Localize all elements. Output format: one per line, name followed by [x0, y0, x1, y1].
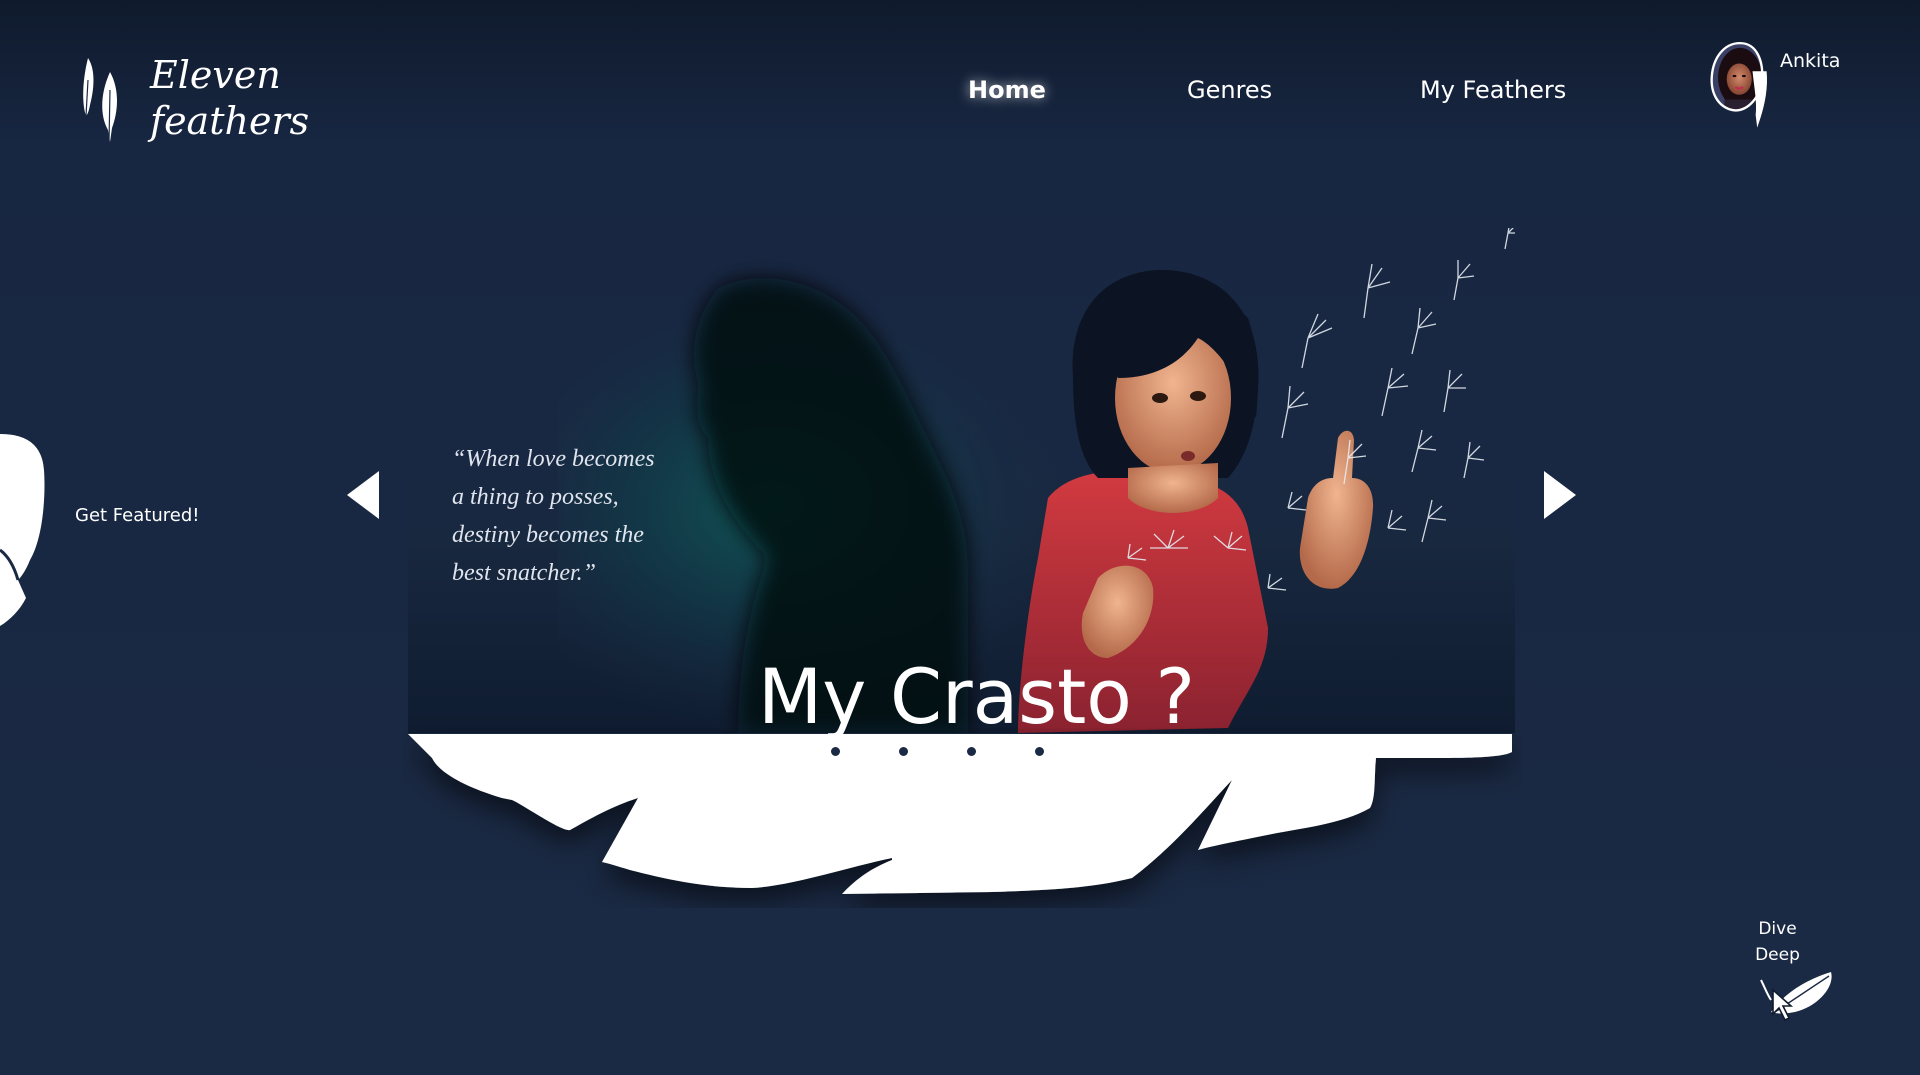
nav-genres[interactable]: Genres: [1187, 76, 1272, 104]
dive-line-2: Deep: [1755, 945, 1800, 965]
quote-line: destiny becomes the: [452, 522, 644, 548]
user-name[interactable]: Ankita: [1780, 50, 1840, 72]
quote-line: best snatcher.”: [452, 560, 596, 586]
dive-line-1: Dive: [1758, 919, 1797, 939]
avatar[interactable]: [1700, 40, 1780, 130]
feather-cursor-icon: [1760, 972, 1832, 1022]
dive-deep-button[interactable]: Dive Deep: [1745, 916, 1845, 1026]
carousel-dot[interactable]: [831, 747, 840, 756]
user-menu[interactable]: Ankita: [1700, 38, 1840, 158]
carousel-dots: [826, 747, 1056, 759]
quote-line: “When love becomes: [452, 446, 655, 472]
quote-line: a thing to posses,: [452, 484, 619, 510]
previous-slide-arrow-icon[interactable]: [343, 469, 383, 521]
get-featured-link[interactable]: Get Featured!: [75, 505, 199, 526]
nav-my-feathers[interactable]: My Feathers: [1420, 76, 1566, 104]
next-slide-arrow-icon[interactable]: [1540, 469, 1580, 521]
featured-quote: “When love becomes a thing to posses, de…: [452, 440, 712, 592]
featured-title[interactable]: My Crasto ?: [758, 652, 1195, 741]
dive-deep-label: Dive Deep: [1745, 916, 1810, 968]
carousel-dot[interactable]: [899, 747, 908, 756]
side-feather-icon: [0, 434, 45, 626]
carousel-dot[interactable]: [1035, 747, 1044, 756]
carousel-dot[interactable]: [967, 747, 976, 756]
nav-home[interactable]: Home: [968, 76, 1046, 104]
main-nav: Home Genres My Feathers: [0, 76, 1920, 116]
